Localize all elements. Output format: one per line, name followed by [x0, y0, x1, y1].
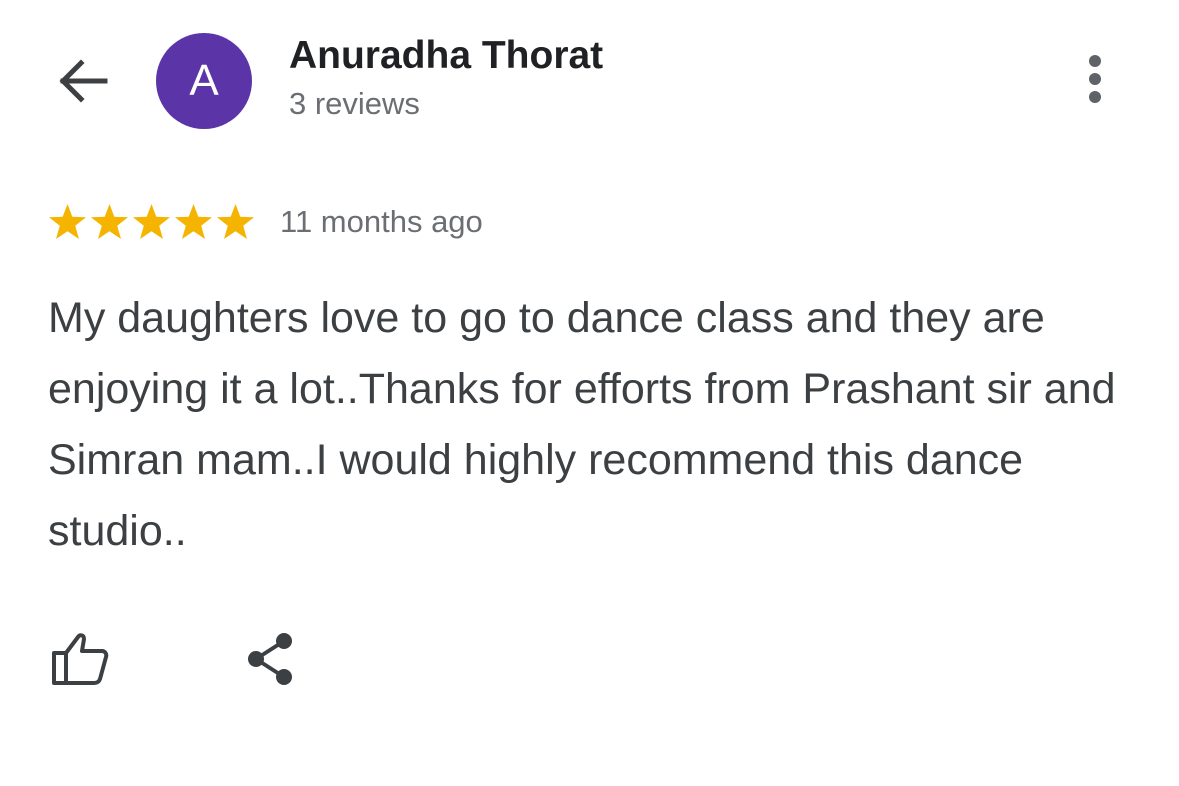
share-button[interactable] — [236, 626, 306, 692]
rating-row: 11 months ago — [47, 200, 483, 244]
review-time: 11 months ago — [280, 204, 483, 239]
star-rating — [47, 202, 256, 243]
more-options-button[interactable] — [1072, 50, 1118, 112]
reviewer-name[interactable]: Anuradha Thorat — [289, 34, 603, 78]
review-text: My daughters love to go to dance class a… — [48, 294, 1116, 555]
thumbs-up-icon — [52, 633, 109, 685]
star-icon — [49, 203, 86, 239]
star-icon — [217, 203, 254, 239]
like-button[interactable] — [44, 626, 116, 692]
star-icon — [133, 203, 170, 239]
star-icon — [91, 203, 128, 239]
review-count: 3 reviews — [289, 86, 420, 121]
back-button[interactable] — [52, 50, 114, 112]
share-icon — [248, 633, 292, 685]
avatar-letter: A — [189, 56, 219, 105]
star-icon — [175, 203, 212, 239]
more-vert-icon — [1089, 55, 1101, 103]
arrow-left-icon — [59, 59, 108, 103]
avatar[interactable]: A — [156, 33, 252, 129]
